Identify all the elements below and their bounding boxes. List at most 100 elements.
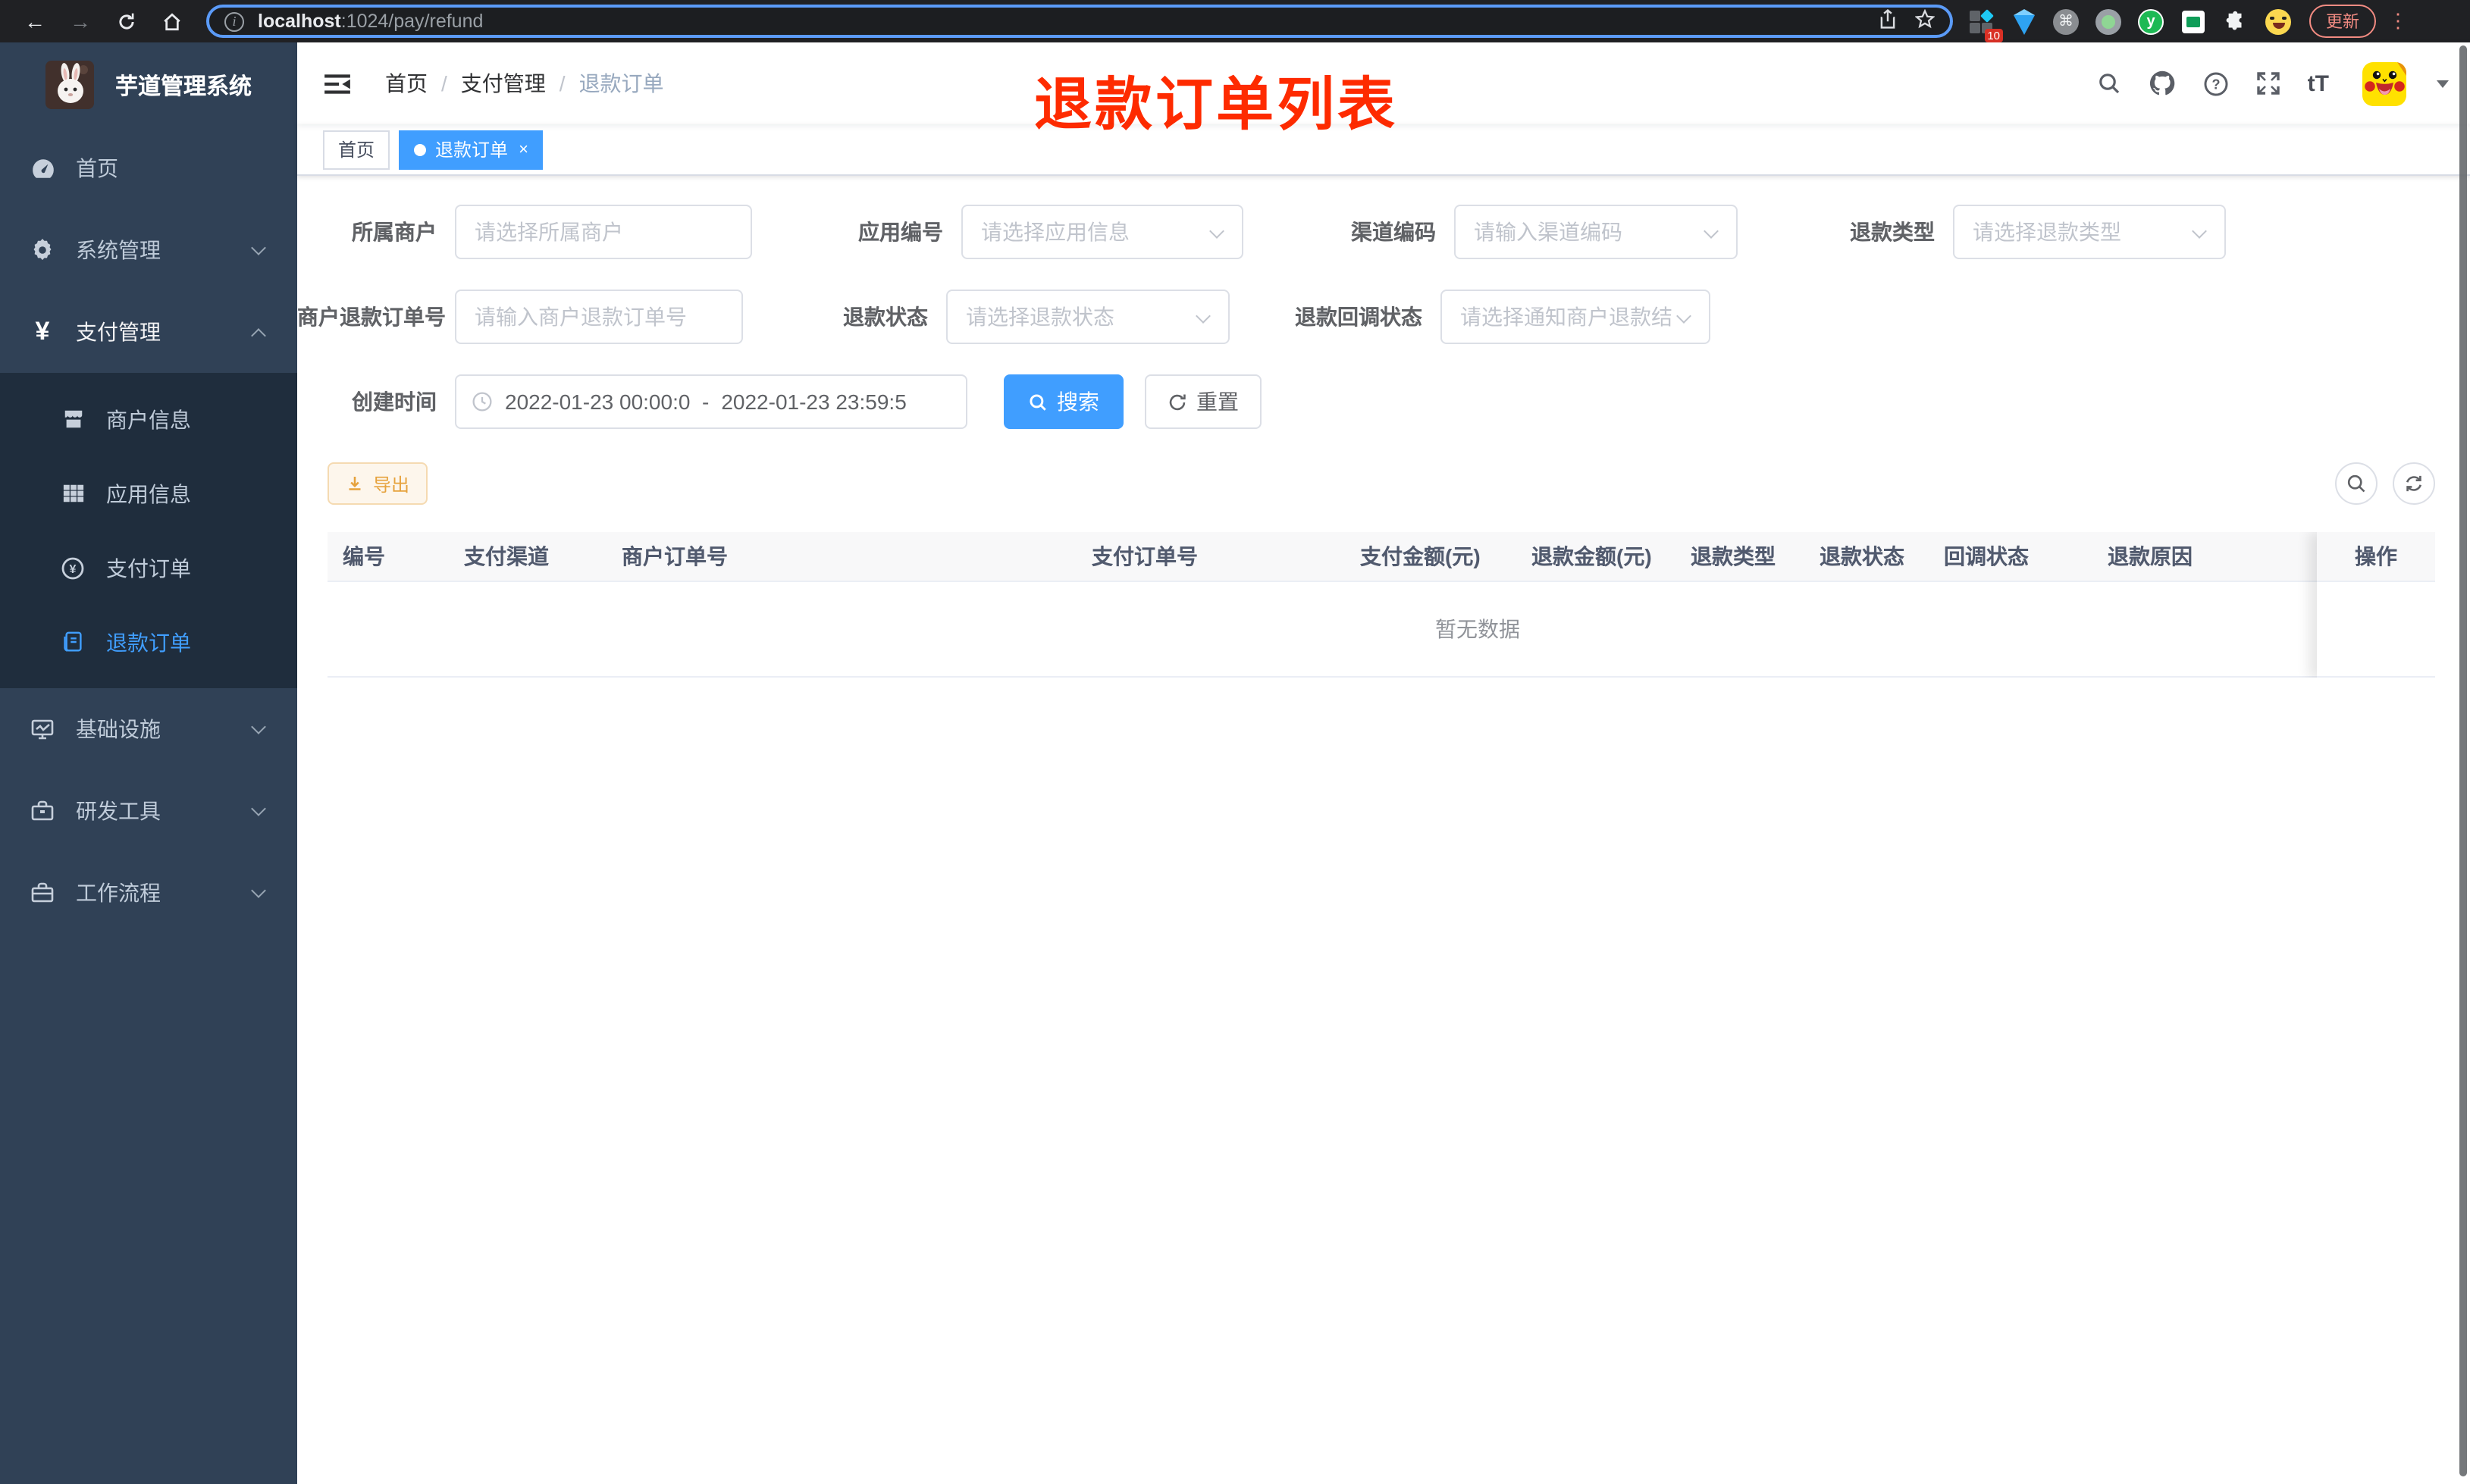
filter-label-callback-status: 退款回调状态 — [1295, 305, 1422, 329]
payment-submenu: 商户信息 应用信息 ¥ 支付订单 退款订单 — [0, 373, 297, 688]
sidebar-item-refund-order[interactable]: 退款订单 — [0, 605, 297, 679]
chevron-down-icon — [1196, 308, 1211, 324]
search-icon[interactable] — [2097, 71, 2121, 95]
filter-label-app: 应用编号 — [858, 220, 943, 244]
sidebar-item-devtools[interactable]: 研发工具 — [0, 770, 297, 852]
refund-doc-icon — [58, 631, 88, 653]
sidebar-item-app-info[interactable]: 应用信息 — [0, 456, 297, 531]
date-range-picker[interactable]: 2022-01-23 00:00:00 - 2022-01-23 23:59:5… — [455, 374, 967, 429]
page-content: 所属商户 请选择所属商户 应用编号 请选择应用信息 渠道编码 请输入渠道编码 退… — [297, 205, 2470, 678]
forward-icon[interactable]: → — [64, 5, 97, 38]
puzzle-extension-icon[interactable] — [2223, 8, 2249, 34]
infra-monitor-icon — [24, 717, 61, 741]
search-button[interactable]: 搜索 — [1004, 374, 1124, 429]
col-refund-status: 退款状态 — [1820, 544, 1904, 568]
export-button[interactable]: 导出 — [328, 462, 428, 505]
channel-select[interactable]: 请输入渠道编码 — [1454, 205, 1738, 259]
merchant-input[interactable]: 请选择所属商户 — [455, 205, 752, 259]
close-icon[interactable]: × — [519, 140, 528, 158]
chevron-down-icon — [251, 801, 266, 816]
sidebar-item-payment[interactable]: ¥ 支付管理 — [0, 291, 297, 373]
chevron-down-icon — [1209, 224, 1224, 239]
browser-window: ← → i localhost:1024/pay/refund 10 ⌘ y 更… — [0, 0, 2470, 1484]
refund-type-select[interactable]: 请选择退款类型 — [1953, 205, 2226, 259]
back-icon[interactable]: ← — [18, 5, 52, 38]
avatar[interactable] — [2362, 61, 2406, 105]
col-refund-type: 退款类型 — [1691, 544, 1776, 568]
settings-gear-icon — [24, 238, 61, 262]
sidebar-item-pay-order[interactable]: ¥ 支付订单 — [0, 531, 297, 605]
briefcase-icon — [24, 881, 61, 905]
share-icon[interactable] — [1879, 9, 1897, 33]
col-refund-reason: 退款原因 — [2108, 544, 2193, 568]
navbar: 首页 / 支付管理 / 退款订单 退款订单列表 ? tT — [297, 42, 2470, 138]
filter-label-refund-status: 退款状态 — [843, 305, 928, 329]
col-merchant-order-no: 商户订单号 — [622, 544, 728, 568]
svg-text:?: ? — [2211, 76, 2220, 91]
reload-icon[interactable] — [109, 5, 143, 38]
emoji-extension-icon[interactable] — [2265, 8, 2291, 34]
y-extension-icon[interactable]: y — [2138, 8, 2164, 34]
fullscreen-icon[interactable] — [2256, 71, 2280, 95]
breadcrumb-home[interactable]: 首页 — [385, 68, 428, 99]
caret-down-icon[interactable] — [2437, 80, 2449, 87]
grid-extension-icon[interactable]: 10 — [1968, 8, 2003, 42]
refund-status-select[interactable]: 请选择退款状态 — [946, 290, 1230, 344]
extension-badge: 10 — [1984, 28, 2003, 42]
sidebar-item-infra[interactable]: 基础设施 — [0, 688, 297, 770]
font-size-icon[interactable]: tT — [2308, 70, 2329, 96]
sidebar-item-system[interactable]: 系统管理 — [0, 209, 297, 291]
logo-rabbit-image — [45, 61, 94, 109]
filter-label-channel: 渠道编码 — [1351, 220, 1436, 244]
callback-status-select[interactable]: 请选择通知商户退款结果 — [1440, 290, 1710, 344]
chevron-up-icon — [251, 328, 266, 343]
table-refresh-button[interactable] — [2393, 462, 2435, 505]
search-icon — [1028, 392, 1048, 412]
menu-fold-icon[interactable] — [323, 69, 352, 98]
clock-icon — [472, 392, 492, 412]
info-icon[interactable]: i — [224, 11, 244, 31]
toolbox-icon — [24, 799, 61, 823]
browser-menu-icon[interactable]: ⋮ — [2388, 9, 2408, 33]
tab-home[interactable]: 首页 — [323, 130, 390, 169]
sidebar-item-workflow[interactable]: 工作流程 — [0, 852, 297, 934]
empty-placeholder: 暂无数据 — [328, 582, 2435, 678]
app-title: 芋道管理系统 — [115, 74, 252, 99]
home-icon[interactable] — [155, 5, 188, 38]
col-action: 操作 — [2317, 532, 2435, 582]
refresh-icon — [1168, 392, 1187, 412]
merchant-refund-no-input[interactable]: 请输入商户退款订单号 — [455, 290, 743, 344]
app-select[interactable]: 请选择应用信息 — [961, 205, 1243, 259]
window-scrollbar[interactable] — [2459, 45, 2467, 1476]
github-icon[interactable] — [2149, 70, 2176, 97]
breadcrumb-current: 退款订单 — [578, 71, 664, 95]
sidebar-logo[interactable]: 芋道管理系统 — [0, 42, 297, 127]
table-search-button[interactable] — [2335, 462, 2378, 505]
sidebar-item-home[interactable]: 首页 — [0, 127, 297, 209]
chevron-down-icon — [1704, 224, 1719, 239]
filter-label-merchant: 所属商户 — [352, 220, 437, 244]
recorder-extension-icon[interactable] — [2095, 8, 2121, 34]
date-end-value: 2022-01-23 23:59:59 — [721, 390, 907, 414]
table-header-row: 编号 支付渠道 商户订单号 支付订单号 支付金额(元) 退款金额(元) 退款类型… — [328, 532, 2435, 582]
navbar-icons: ? tT — [2097, 61, 2449, 105]
gem-extension-icon[interactable] — [2011, 8, 2036, 34]
reset-button[interactable]: 重置 — [1145, 374, 1262, 429]
shop-icon — [58, 408, 88, 430]
address-bar[interactable]: i localhost:1024/pay/refund — [206, 5, 1953, 38]
update-button[interactable]: 更新 — [2309, 5, 2376, 38]
sidebar-item-merchant-info[interactable]: 商户信息 — [0, 382, 297, 456]
breadcrumb-payment[interactable]: 支付管理 — [461, 68, 546, 99]
app-grid-icon — [58, 482, 88, 505]
help-icon[interactable]: ? — [2203, 70, 2229, 96]
browser-chrome: ← → i localhost:1024/pay/refund 10 ⌘ y 更… — [0, 0, 2470, 42]
col-refund-amount: 退款金额(元) — [1531, 544, 1652, 568]
chevron-down-icon — [251, 240, 266, 255]
filter-label-create-time: 创建时间 — [352, 390, 437, 414]
bookmark-star-icon[interactable] — [1914, 8, 1936, 33]
tab-refund-order[interactable]: 退款订单 × — [399, 130, 544, 169]
chat-extension-icon[interactable] — [2180, 8, 2206, 34]
breadcrumb: 首页 / 支付管理 / 退款订单 — [385, 68, 664, 99]
command-extension-icon[interactable]: ⌘ — [2053, 8, 2079, 34]
url-text[interactable]: localhost:1024/pay/refund — [258, 11, 483, 32]
